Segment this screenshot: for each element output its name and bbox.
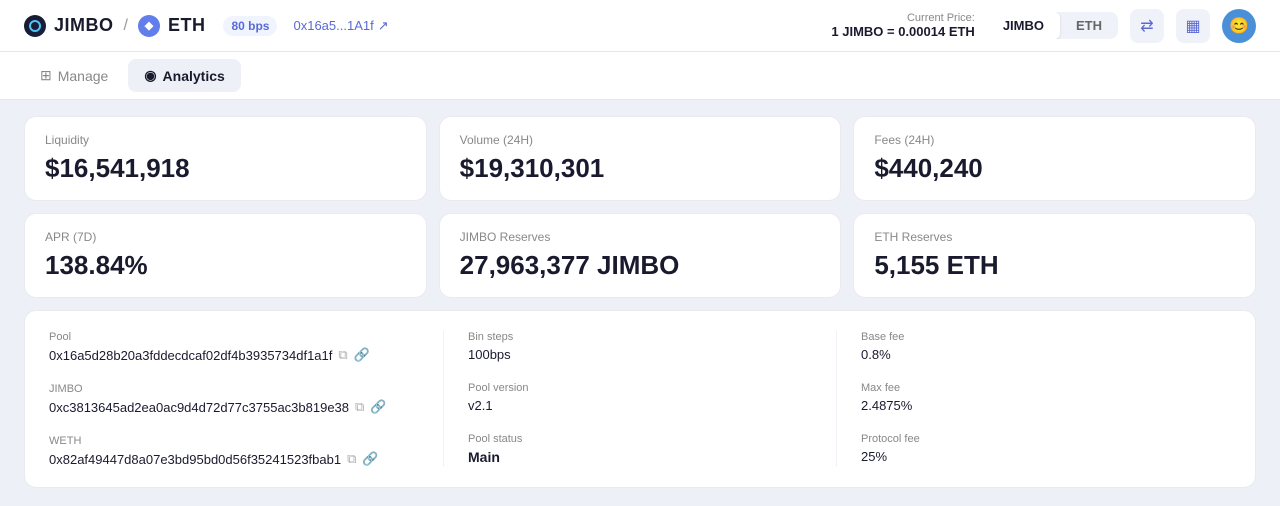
max-fee-value: 2.4875% — [861, 398, 1231, 413]
eth-label: ETH — [168, 15, 206, 36]
header-controls: Current Price: 1 JIMBO = 0.00014 ETH JIM… — [831, 9, 1256, 43]
price-label: Current Price: — [831, 12, 974, 24]
pool-info-card: Pool 0x16a5d28b20a3fddecdcaf02df4b393573… — [24, 310, 1256, 488]
jimbo-token-value: 0xc3813645ad2ea0ac9d4d72d77c3755ac3b819e… — [49, 399, 443, 415]
eth-icon: ◆ — [138, 15, 160, 37]
pool-item-version: Pool version v2.1 — [468, 382, 812, 413]
stat-label-eth-reserves: ETH Reserves — [874, 230, 1235, 244]
price-value: 1 JIMBO = 0.00014 ETH — [831, 24, 974, 39]
stat-card-liquidity: Liquidity $16,541,918 — [24, 116, 427, 201]
jimbo-logo — [24, 15, 46, 37]
pool-item-base-fee: Base fee 0.8% — [861, 331, 1231, 362]
pool-item-max-fee: Max fee 2.4875% — [861, 382, 1231, 413]
stat-value-volume: $19,310,301 — [460, 153, 821, 184]
jimbo-label: JIMBO — [54, 15, 114, 36]
stat-card-jimbo-reserves: JIMBO Reserves 27,963,377 JIMBO — [439, 213, 842, 298]
base-fee-label: Base fee — [861, 331, 1231, 343]
address-short: 0x16a5...1A1f — [293, 18, 373, 33]
weth-token-label: WETH — [49, 435, 443, 447]
pool-version-label: Pool version — [468, 382, 812, 394]
base-fee-value: 0.8% — [861, 347, 1231, 362]
price-info: Current Price: 1 JIMBO = 0.00014 ETH — [831, 12, 974, 39]
nav-bar: ⊞ Manage ◉ Analytics — [0, 52, 1280, 100]
stat-value-liquidity: $16,541,918 — [45, 153, 406, 184]
avatar-btn[interactable]: 😊 — [1222, 9, 1256, 43]
header: JIMBO / ◆ ETH 80 bps 0x16a5...1A1f ↗ Cur… — [0, 0, 1280, 52]
tab-analytics-label: Analytics — [163, 68, 225, 84]
tab-manage[interactable]: ⊞ Manage — [24, 59, 124, 92]
analytics-icon: ◉ — [144, 67, 156, 84]
protocol-fee-label: Protocol fee — [861, 433, 1231, 445]
stat-label-jimbo-reserves: JIMBO Reserves — [460, 230, 821, 244]
token-toggle: JIMBO ETH — [987, 12, 1118, 39]
weth-address-link-icon[interactable]: 🔗 — [362, 451, 378, 467]
pool-col-left: Pool 0x16a5d28b20a3fddecdcaf02df4b393573… — [49, 331, 443, 467]
pool-status-value: Main — [468, 449, 812, 465]
stat-card-eth-reserves: ETH Reserves 5,155 ETH — [853, 213, 1256, 298]
pool-status-label: Pool status — [468, 433, 812, 445]
tab-manage-label: Manage — [58, 68, 109, 84]
pool-version-value: v2.1 — [468, 398, 812, 413]
pool-value-address: 0x16a5d28b20a3fddecdcaf02df4b3935734df1a… — [49, 347, 443, 363]
pair-separator: / — [124, 17, 128, 35]
bin-steps-label: Bin steps — [468, 331, 812, 343]
pool-address-link-icon[interactable]: 🔗 — [354, 347, 370, 363]
pool-item-address: Pool 0x16a5d28b20a3fddecdcaf02df4b393573… — [49, 331, 443, 363]
jimbo-address-text: 0xc3813645ad2ea0ac9d4d72d77c3755ac3b819e… — [49, 400, 349, 415]
stats-grid-row2: APR (7D) 138.84% JIMBO Reserves 27,963,3… — [24, 213, 1256, 298]
jimbo-address-link-icon[interactable]: 🔗 — [370, 399, 386, 415]
pool-item-weth: WETH 0x82af49447d8a07e3bd95bd0d56f352415… — [49, 435, 443, 467]
external-link-icon: ↗ — [378, 18, 389, 34]
pool-item-status: Pool status Main — [468, 433, 812, 465]
pool-col-middle: Bin steps 100bps Pool version v2.1 Pool … — [443, 331, 837, 467]
stat-value-jimbo-reserves: 27,963,377 JIMBO — [460, 250, 821, 281]
stat-label-liquidity: Liquidity — [45, 133, 406, 147]
stat-card-volume: Volume (24H) $19,310,301 — [439, 116, 842, 201]
logo-inner — [29, 20, 41, 32]
pool-item-protocol-fee: Protocol fee 25% — [861, 433, 1231, 464]
pool-label: Pool — [49, 331, 443, 343]
stat-card-apr: APR (7D) 138.84% — [24, 213, 427, 298]
pool-item-bin-steps: Bin steps 100bps — [468, 331, 812, 362]
weth-address-copy-icon[interactable]: ⧉ — [347, 451, 356, 467]
stat-label-fees: Fees (24H) — [874, 133, 1235, 147]
weth-token-value: 0x82af49447d8a07e3bd95bd0d56f35241523fba… — [49, 451, 443, 467]
bin-steps-value: 100bps — [468, 347, 812, 362]
tab-analytics[interactable]: ◉ Analytics — [128, 59, 240, 92]
pool-col-right: Base fee 0.8% Max fee 2.4875% Protocol f… — [837, 331, 1231, 467]
stats-grid-row1: Liquidity $16,541,918 Volume (24H) $19,3… — [24, 116, 1256, 201]
protocol-fee-value: 25% — [861, 449, 1231, 464]
weth-address-text: 0x82af49447d8a07e3bd95bd0d56f35241523fba… — [49, 452, 341, 467]
pair-info: JIMBO / ◆ ETH 80 bps 0x16a5...1A1f ↗ — [24, 15, 389, 37]
swap-icon-btn[interactable]: ⇄ — [1130, 9, 1164, 43]
stat-value-fees: $440,240 — [874, 153, 1235, 184]
stat-label-volume: Volume (24H) — [460, 133, 821, 147]
manage-icon: ⊞ — [40, 67, 52, 84]
jimbo-token-label: JIMBO — [49, 383, 443, 395]
stat-value-apr: 138.84% — [45, 250, 406, 281]
jimbo-address-copy-icon[interactable]: ⧉ — [355, 399, 364, 415]
pool-address-text: 0x16a5d28b20a3fddecdcaf02df4b3935734df1a… — [49, 348, 332, 363]
token-btn-eth[interactable]: ETH — [1060, 12, 1118, 39]
main-content: Liquidity $16,541,918 Volume (24H) $19,3… — [0, 100, 1280, 504]
token-btn-jimbo[interactable]: JIMBO — [987, 12, 1060, 39]
stat-value-eth-reserves: 5,155 ETH — [874, 250, 1235, 281]
qr-icon-btn[interactable]: ▦ — [1176, 9, 1210, 43]
stat-label-apr: APR (7D) — [45, 230, 406, 244]
max-fee-label: Max fee — [861, 382, 1231, 394]
bps-badge: 80 bps — [223, 16, 277, 36]
address-link[interactable]: 0x16a5...1A1f ↗ — [293, 18, 388, 34]
stat-card-fees: Fees (24H) $440,240 — [853, 116, 1256, 201]
pool-address-copy-icon[interactable]: ⧉ — [338, 347, 347, 363]
pool-item-jimbo: JIMBO 0xc3813645ad2ea0ac9d4d72d77c3755ac… — [49, 383, 443, 415]
